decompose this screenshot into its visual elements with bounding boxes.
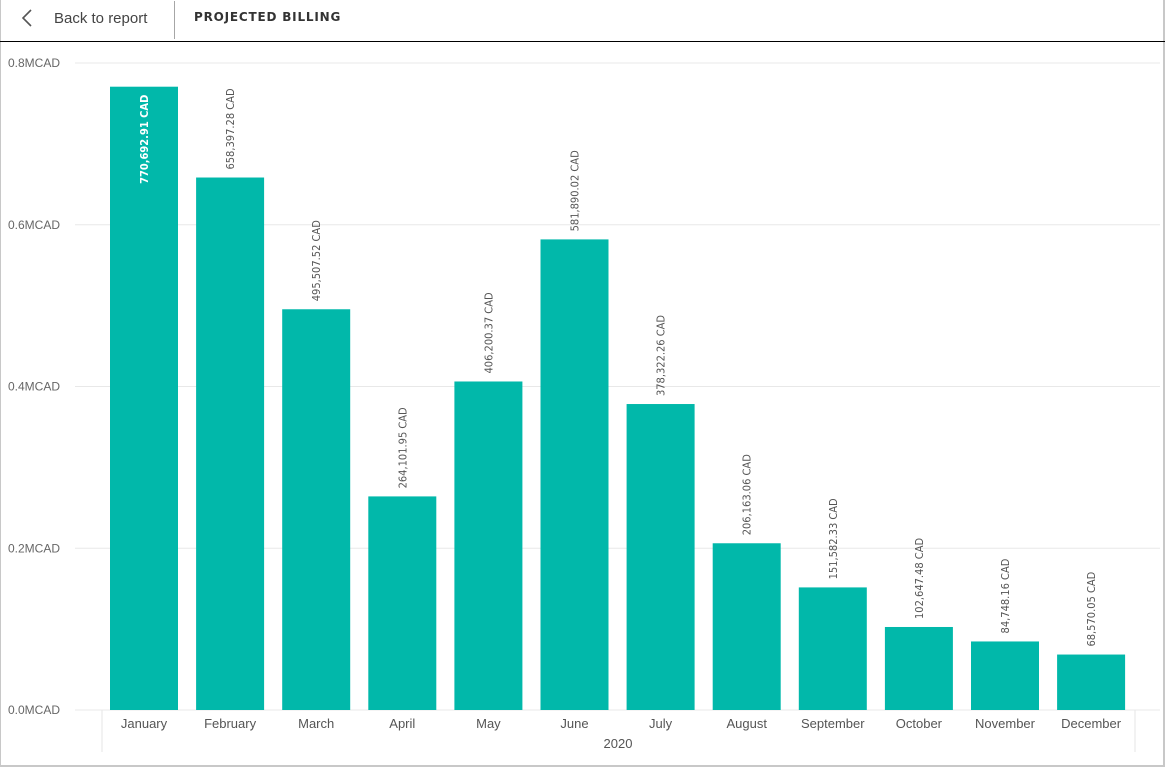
x-tick-label: June: [560, 716, 588, 731]
header-divider: [174, 1, 175, 39]
data-label: 264,101.95 CAD: [396, 407, 409, 488]
x-group-label: 2020: [604, 736, 633, 751]
chevron-left-icon: [18, 8, 38, 28]
x-tick-label: December: [1061, 716, 1122, 731]
bar-april[interactable]: [368, 496, 437, 710]
bar-december[interactable]: [1057, 654, 1126, 710]
x-tick-label: February: [204, 716, 257, 731]
data-label: 84,748.16 CAD: [999, 558, 1012, 633]
x-tick-label: August: [726, 716, 767, 731]
data-label: 495,507.52 CAD: [310, 220, 323, 301]
bar-february[interactable]: [196, 177, 265, 711]
data-label: 151,582.33 CAD: [827, 498, 840, 579]
visual-title: PROJECTED BILLING: [194, 10, 342, 24]
data-label: 206,163.06 CAD: [741, 454, 754, 535]
data-label: 658,397.28 CAD: [224, 88, 237, 169]
y-tick-label: 0.0MCAD: [8, 703, 60, 717]
bar-june[interactable]: [540, 239, 609, 710]
data-label: 406,200.37 CAD: [482, 292, 495, 373]
back-to-report-button[interactable]: Back to report: [18, 0, 147, 36]
x-tick-label: September: [801, 716, 865, 731]
x-tick-label: May: [476, 716, 501, 731]
y-tick-label: 0.6MCAD: [8, 218, 60, 232]
bar-august[interactable]: [712, 543, 781, 710]
x-axis: January February March April May June July Augu…: [101, 710, 1136, 752]
data-label: 102,647.48 CAD: [913, 538, 926, 619]
x-tick-label: July: [649, 716, 673, 731]
data-label: 68,570.05 CAD: [1085, 571, 1098, 646]
bar-may[interactable]: [454, 381, 523, 710]
y-tick-label: 0.2MCAD: [8, 541, 60, 555]
data-label: 770,692.91 CAD: [138, 95, 151, 184]
y-axis: 0.0MCAD 0.2MCAD 0.4MCAD 0.6MCAD 0.8MCAD: [8, 56, 60, 717]
x-tick-label: January: [121, 716, 168, 731]
bar-november[interactable]: [971, 641, 1039, 710]
bar-september[interactable]: [798, 587, 867, 710]
x-tick-label: March: [298, 716, 334, 731]
data-labels: 770,692.91 CAD 658,397.28 CAD 495,507.52 C…: [138, 88, 1098, 646]
x-tick-label: October: [896, 716, 943, 731]
y-tick-label: 0.8MCAD: [8, 56, 60, 70]
data-label: 581,890.02 CAD: [569, 150, 582, 231]
bar-july[interactable]: [626, 404, 695, 710]
focus-mode-header: Back to report PROJECTED BILLING: [0, 0, 1165, 42]
x-tick-label: November: [975, 716, 1036, 731]
bars: [110, 86, 1126, 711]
y-tick-label: 0.4MCAD: [8, 380, 60, 394]
bar-march[interactable]: [282, 309, 351, 710]
x-tick-label: April: [389, 716, 415, 731]
bar-chart: 0.0MCAD 0.2MCAD 0.4MCAD 0.6MCAD 0.8MCAD 770,…: [8, 56, 1160, 752]
back-to-report-label: Back to report: [54, 9, 148, 27]
data-label: 378,322.26 CAD: [655, 315, 668, 396]
bar-october[interactable]: [884, 626, 953, 710]
